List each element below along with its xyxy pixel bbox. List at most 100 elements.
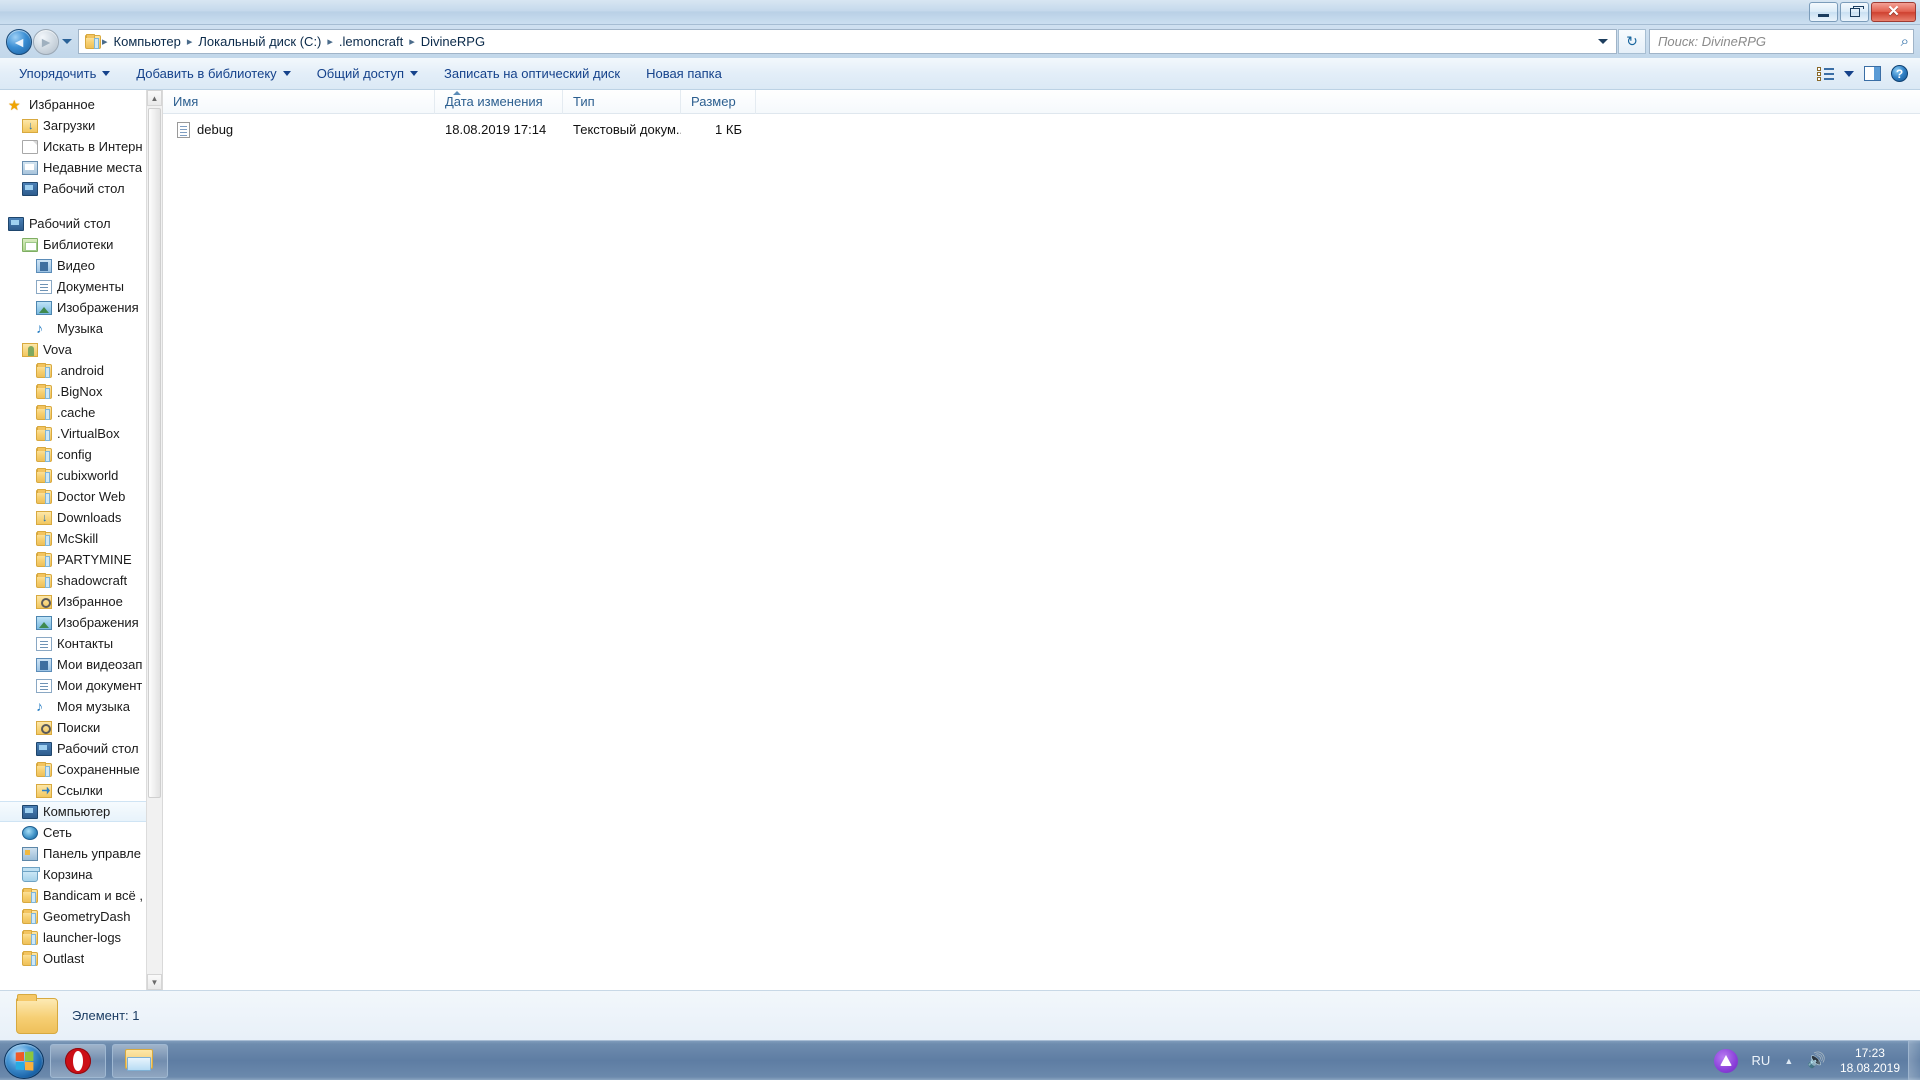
sidebar-item-изображения[interactable]: Изображения (0, 612, 162, 633)
sidebar-item-корзина[interactable]: Корзина (0, 864, 162, 885)
language-indicator[interactable]: RU (1752, 1053, 1771, 1068)
sidebar-item-избранное[interactable]: ★ Избранное (0, 94, 162, 115)
clock[interactable]: 17:23 18.08.2019 (1840, 1046, 1900, 1076)
sidebar-item-geometrydash[interactable]: GeometryDash (0, 906, 162, 927)
sidebar-item-cubixworld[interactable]: cubixworld (0, 465, 162, 486)
chevron-down-icon (102, 71, 111, 76)
view-dropdown-icon[interactable] (1844, 70, 1854, 77)
sidebar-item-изображения[interactable]: Изображения (0, 297, 162, 318)
preview-pane-icon[interactable] (1864, 66, 1881, 81)
sidebar-item-мои-видеозап[interactable]: Мои видеозап (0, 654, 162, 675)
search-box[interactable]: Поиск: DivineRPG ⌕ (1649, 29, 1914, 54)
sidebar-item-избранное[interactable]: Избранное (0, 591, 162, 612)
sidebar-item-музыка[interactable]: ♪ Музыка (0, 318, 162, 339)
back-arrow-icon: ◄ (12, 33, 26, 50)
sidebar-item-сохраненные[interactable]: Сохраненные (0, 759, 162, 780)
breadcrumb-item-lemoncraft[interactable]: .lemoncraft (334, 32, 408, 51)
refresh-button[interactable]: ↻ (1618, 29, 1646, 54)
scroll-down-button[interactable]: ▼ (147, 974, 162, 990)
sidebar-item-label: Избранное (29, 97, 95, 112)
navigation-scrollbar[interactable]: ▲ ▼ (146, 90, 162, 990)
sidebar-item-label: Рабочий стол (43, 181, 125, 196)
explorer-taskbar-button[interactable] (112, 1043, 168, 1078)
breadcrumb-item-computer[interactable]: Компьютер (109, 32, 186, 51)
alice-assistant-icon[interactable] (1713, 1048, 1738, 1073)
sidebar-item-config[interactable]: config (0, 444, 162, 465)
sidebar-item-поиски[interactable]: Поиски (0, 717, 162, 738)
address-dropdown-button[interactable] (1592, 39, 1614, 44)
sidebar-item-mcskill[interactable]: McSkill (0, 528, 162, 549)
share-with-label: Общий доступ (316, 66, 405, 81)
sidebar-item-cache[interactable]: .cache (0, 402, 162, 423)
sidebar-item-искать-в-интерн[interactable]: Искать в Интерн (0, 136, 162, 157)
searches-folder-icon (36, 720, 52, 735)
taskbar: RU ▲ 🔊 17:23 18.08.2019 (0, 1040, 1920, 1080)
chevron-down-icon (282, 71, 291, 76)
sidebar-item-outlast[interactable]: Outlast (0, 948, 162, 969)
recent-pages-button[interactable] (59, 29, 75, 55)
my-videos-folder-icon (36, 657, 52, 672)
sidebar-item-doctor-web[interactable]: Doctor Web (0, 486, 162, 507)
breadcrumb-item-divinerpg[interactable]: DivineRPG (416, 32, 490, 51)
add-to-library-label: Добавить в библиотеку (136, 66, 277, 81)
sidebar-item-рабочий-стол[interactable]: Рабочий стол (0, 178, 162, 199)
table-row[interactable]: debug 18.08.2019 17:14 Текстовый докум... 1… (163, 119, 1920, 140)
file-list-pane[interactable]: Имя Дата изменения Тип Размер debug 18.08… (163, 89, 1920, 990)
sidebar-item-мои-документ[interactable]: Мои документ (0, 675, 162, 696)
forward-button[interactable]: ► (33, 28, 59, 55)
start-button[interactable] (4, 1042, 44, 1079)
sidebar-item-рабочий-стол[interactable]: Рабочий стол (0, 213, 162, 234)
sidebar-item-загрузки[interactable]: Загрузки (0, 115, 162, 136)
sidebar-item-bandicam-и-всё[interactable]: Bandicam и всё , (0, 885, 162, 906)
new-folder-button[interactable]: Новая папка (633, 61, 735, 86)
sidebar-item-label: Рабочий стол (57, 741, 139, 756)
minimize-button[interactable] (1809, 2, 1838, 22)
column-header-name[interactable]: Имя (163, 89, 435, 114)
sidebar-item-панель-управле[interactable]: Панель управле (0, 843, 162, 864)
column-header-type[interactable]: Тип (563, 89, 681, 114)
add-to-library-button[interactable]: Добавить в библиотеку (123, 61, 303, 86)
burn-to-disc-button[interactable]: Записать на оптический диск (431, 61, 633, 86)
folder-icon (22, 908, 38, 924)
status-bar: Элемент: 1 (0, 990, 1920, 1040)
sidebar-item-launcher-logs[interactable]: launcher-logs (0, 927, 162, 948)
sidebar-item-видео[interactable]: Видео (0, 255, 162, 276)
folder-icon (36, 362, 52, 378)
sidebar-item-android[interactable]: .android (0, 360, 162, 381)
sidebar-item-virtualbox[interactable]: .VirtualBox (0, 423, 162, 444)
sidebar-item-контакты[interactable]: Контакты (0, 633, 162, 654)
show-hidden-icons-icon[interactable]: ▲ (1784, 1056, 1793, 1066)
sidebar-item-partymine[interactable]: PARTYMINE (0, 549, 162, 570)
scrollbar-thumb[interactable] (148, 108, 161, 798)
organize-button[interactable]: Упорядочить (6, 61, 123, 86)
sidebar-item-label: Панель управле (43, 846, 141, 861)
sidebar-item-ссылки[interactable]: Ссылки (0, 780, 162, 801)
sidebar-item-библиотеки[interactable]: Библиотеки (0, 234, 162, 255)
navigation-pane: ★ Избранное Загрузки Искать в Интерн Недавни… (0, 90, 163, 990)
maximize-button[interactable] (1840, 2, 1869, 22)
column-header-size[interactable]: Размер (681, 89, 756, 114)
breadcrumb-item-local-disk[interactable]: Локальный диск (C:) (193, 32, 326, 51)
explorer-icon (125, 1048, 155, 1073)
sidebar-item-сеть[interactable]: Сеть (0, 822, 162, 843)
sidebar-item-рабочий-стол[interactable]: Рабочий стол (0, 738, 162, 759)
share-with-button[interactable]: Общий доступ (304, 61, 431, 86)
sidebar-item-недавние-места[interactable]: Недавние места (0, 157, 162, 178)
change-view-icon[interactable] (1816, 66, 1834, 82)
help-icon[interactable]: ? (1891, 65, 1908, 82)
sidebar-item-shadowcraft[interactable]: shadowcraft (0, 570, 162, 591)
volume-icon[interactable]: 🔊 (1807, 1053, 1826, 1068)
address-bar[interactable]: ▸ Компьютер ▸ Локальный диск (C:) ▸ .lem… (78, 29, 1617, 54)
close-button[interactable]: ✕ (1871, 2, 1916, 22)
sidebar-item-downloads[interactable]: Downloads (0, 507, 162, 528)
scroll-up-button[interactable]: ▲ (147, 90, 162, 106)
search-input[interactable]: Поиск: DivineRPG (1658, 34, 1901, 49)
show-desktop-button[interactable] (1908, 1040, 1920, 1080)
back-button[interactable]: ◄ (6, 28, 32, 55)
sidebar-item-bignox[interactable]: .BigNox (0, 381, 162, 402)
sidebar-item-vova[interactable]: Vova (0, 339, 162, 360)
sidebar-item-компьютер[interactable]: Компьютер (0, 801, 162, 822)
opera-taskbar-button[interactable] (50, 1043, 106, 1078)
sidebar-item-документы[interactable]: Документы (0, 276, 162, 297)
sidebar-item-моя-музыка[interactable]: ♪ Моя музыка (0, 696, 162, 717)
